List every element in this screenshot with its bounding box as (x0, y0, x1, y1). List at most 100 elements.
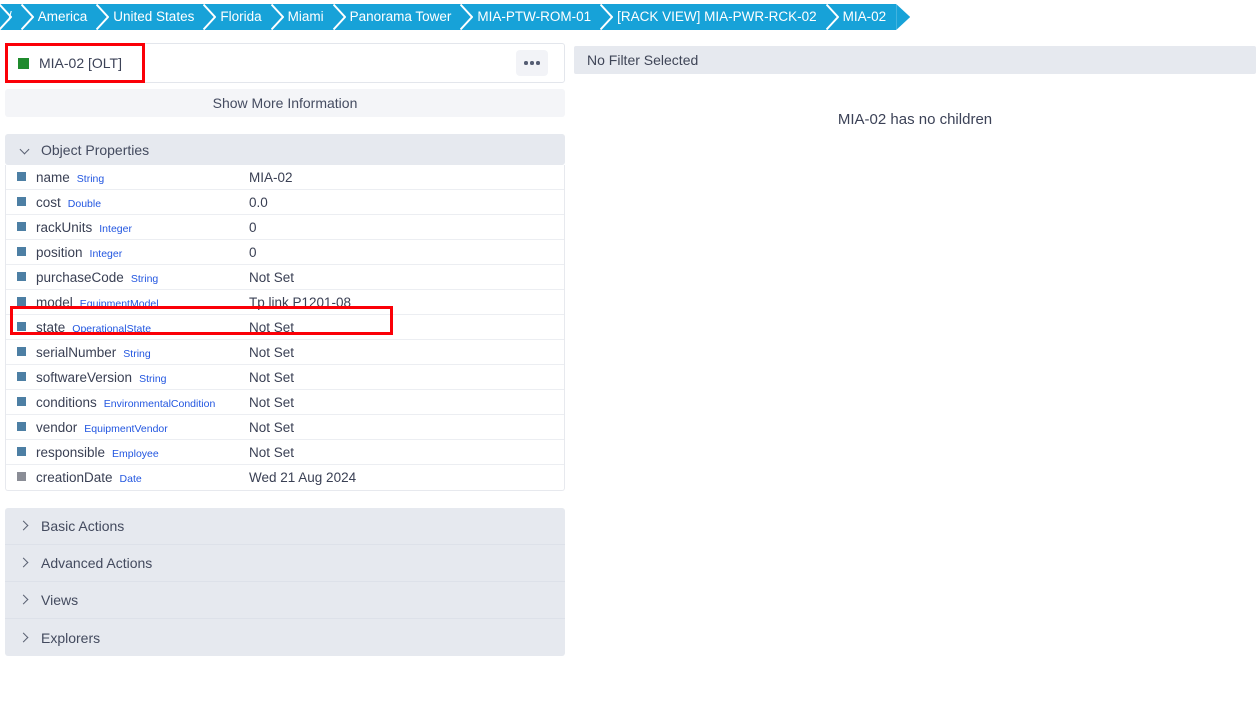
property-row[interactable]: responsible Employee Not Set (6, 440, 564, 465)
property-key-cell: state OperationalState (6, 320, 249, 335)
property-value-cell[interactable]: 0 (249, 220, 257, 235)
property-name-label: responsible (36, 444, 106, 460)
property-name-label: serialNumber (36, 344, 117, 360)
breadcrumb-item-label: MIA-02 (842, 9, 887, 24)
property-row[interactable]: creationDate Date Wed 21 Aug 2024 (6, 465, 564, 490)
property-name-label: name (36, 169, 70, 185)
collapsed-section-views[interactable]: Views (5, 582, 565, 619)
property-key-cell: rackUnits Integer (6, 220, 249, 235)
property-value-cell[interactable]: 0.0 (249, 195, 268, 210)
property-value-cell[interactable]: Tp link P1201-08 (249, 295, 351, 310)
collapsed-sections-list: Basic Actions Advanced Actions Views Explor… (5, 508, 565, 656)
object-title-bar[interactable]: MIA-02 [OLT] (5, 43, 565, 83)
show-more-information-button[interactable]: Show More Information (5, 89, 565, 117)
property-row[interactable]: name String MIA-02 (6, 165, 564, 190)
property-value-cell[interactable]: Not Set (249, 270, 294, 285)
collapsed-section-basic-actions[interactable]: Basic Actions (5, 508, 565, 545)
editable-property-icon (17, 396, 26, 406)
editable-property-icon (17, 221, 26, 231)
property-row[interactable]: softwareVersion String Not Set (6, 365, 564, 390)
property-value-cell[interactable]: 0 (249, 245, 257, 260)
property-key-cell: model EquipmentModel (6, 295, 249, 310)
breadcrumb-item-0[interactable]: / (0, 4, 22, 30)
object-properties-section-header[interactable]: Object Properties (5, 134, 565, 165)
property-value-cell[interactable]: Not Set (249, 370, 294, 385)
property-name-label: position (36, 244, 83, 260)
property-key-cell: responsible Employee (6, 445, 249, 460)
property-key-cell: cost Double (6, 195, 249, 210)
breadcrumb-item-label: America (37, 9, 88, 24)
property-value-cell[interactable]: Not Set (249, 445, 294, 460)
breadcrumb-item-label: United States (113, 9, 195, 24)
property-type-label: String (130, 272, 159, 285)
property-type-label: Double (67, 197, 102, 210)
property-key-cell: serialNumber String (6, 345, 249, 360)
property-type-label: Date (119, 473, 142, 485)
breadcrumb-item-6[interactable]: MIA-PTW-ROM-01 (460, 4, 602, 30)
chevron-right-icon (19, 632, 31, 644)
property-name-label: cost (36, 194, 61, 210)
ellipsis-icon[interactable] (516, 50, 548, 76)
editable-property-icon (17, 196, 26, 206)
property-value-cell[interactable]: MIA-02 (249, 170, 293, 185)
breadcrumb: / America United States Florida Miami Panoram… (0, 4, 911, 30)
property-key-cell: name String (6, 170, 249, 185)
filter-bar[interactable]: No Filter Selected (574, 46, 1256, 74)
property-type-label: OperationalState (72, 322, 152, 335)
property-row[interactable]: position Integer 0 (6, 240, 564, 265)
collapsed-section-advanced-actions[interactable]: Advanced Actions (5, 545, 565, 582)
property-row[interactable]: model EquipmentModel Tp link P1201-08 (6, 290, 564, 315)
breadcrumb-item-label: Florida (220, 9, 262, 24)
object-properties-label: Object Properties (41, 141, 150, 158)
property-value-cell[interactable]: Not Set (249, 395, 294, 410)
object-properties-table: name String MIA-02 cost Double 0.0 rackUnits In… (5, 165, 565, 491)
filter-label: No Filter Selected (587, 52, 699, 68)
breadcrumb-item-5[interactable]: Panorama Tower (332, 4, 462, 30)
breadcrumb-item-label: MIA-PTW-ROM-01 (477, 9, 592, 24)
property-name-label: creationDate (36, 470, 113, 485)
property-value-cell[interactable]: Not Set (249, 420, 294, 435)
property-row[interactable]: state OperationalState Not Set (6, 315, 564, 340)
breadcrumb-item-3[interactable]: Florida (203, 4, 272, 30)
property-type-label: Employee (112, 447, 159, 460)
breadcrumb-item-7[interactable]: [RACK VIEW] MIA-PWR-RCK-02 (600, 4, 827, 30)
property-type-label: EquipmentVendor (84, 422, 168, 435)
readonly-property-icon (17, 472, 26, 481)
left-detail-panel: MIA-02 [OLT] Show More Information Objec… (5, 43, 565, 656)
editable-property-icon (17, 421, 26, 431)
property-value-cell[interactable]: Not Set (249, 345, 294, 360)
property-name-label: purchaseCode (36, 269, 124, 285)
collapsed-section-explorers[interactable]: Explorers (5, 619, 565, 656)
editable-property-icon (17, 321, 26, 331)
breadcrumb-separator-icon (600, 4, 614, 30)
property-key-cell: softwareVersion String (6, 370, 249, 385)
property-value-cell[interactable]: Wed 21 Aug 2024 (249, 470, 356, 485)
property-key-cell: conditions EnvironmentalCondition (6, 395, 249, 410)
property-row[interactable]: conditions EnvironmentalCondition Not Set (6, 390, 564, 415)
right-children-panel: No Filter Selected MIA-02 has no childre… (574, 46, 1256, 128)
breadcrumb-item-4[interactable]: Miami (270, 4, 334, 30)
breadcrumb-item-1[interactable]: America (20, 4, 98, 30)
editable-property-icon (17, 171, 26, 181)
breadcrumb-item-8[interactable]: MIA-02 (825, 4, 897, 30)
property-row[interactable]: cost Double 0.0 (6, 190, 564, 215)
breadcrumb-tail-arrow-icon (896, 4, 911, 30)
property-value-cell[interactable]: Not Set (249, 320, 294, 335)
editable-property-icon (17, 296, 26, 306)
chevron-right-icon (19, 520, 31, 532)
empty-children-message: MIA-02 has no children (837, 111, 993, 128)
breadcrumb-item-2[interactable]: United States (96, 4, 205, 30)
property-row[interactable]: rackUnits Integer 0 (6, 215, 564, 240)
property-type-label: EnvironmentalCondition (103, 397, 216, 410)
property-type-label: Integer (89, 247, 123, 260)
editable-property-icon (17, 271, 26, 281)
property-row[interactable]: purchaseCode String Not Set (6, 265, 564, 290)
breadcrumb-separator-icon (270, 4, 284, 30)
breadcrumb-separator-icon (96, 4, 110, 30)
property-row[interactable]: serialNumber String Not Set (6, 340, 564, 365)
property-type-label: EquipmentModel (79, 297, 159, 310)
property-name-label: conditions (36, 394, 97, 410)
property-name-label: rackUnits (36, 219, 93, 235)
property-row[interactable]: vendor EquipmentVendor Not Set (6, 415, 564, 440)
collapsed-section-label: Views (41, 592, 79, 608)
